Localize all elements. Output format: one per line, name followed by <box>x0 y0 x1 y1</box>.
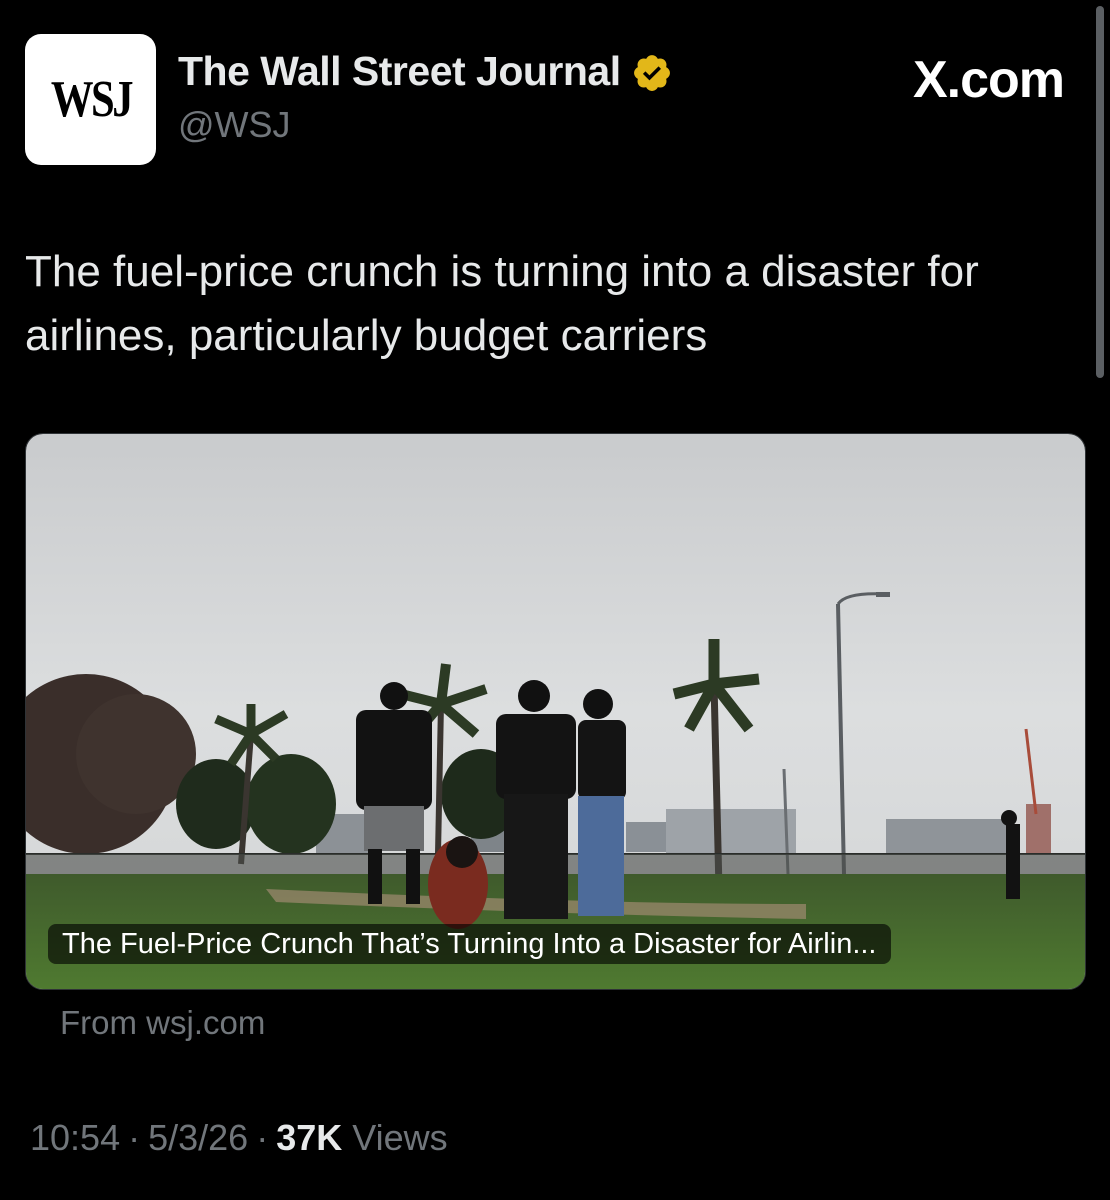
card-source-link[interactable]: From wsj.com <box>60 1004 265 1042</box>
link-card[interactable]: The Fuel-Price Crunch That’s Turning Int… <box>25 433 1086 990</box>
account-name[interactable]: The Wall Street Journal <box>178 48 673 95</box>
avatar[interactable]: WSJ <box>25 34 156 165</box>
verified-badge-icon[interactable] <box>631 52 673 94</box>
tweet-date[interactable]: 5/3/26 <box>148 1117 248 1158</box>
card-image <box>26 434 1085 989</box>
separator-dot: · <box>256 1117 269 1158</box>
separator-dot: · <box>128 1117 141 1158</box>
avatar-logo-text: WSJ <box>50 71 133 128</box>
card-title: The Fuel-Price Crunch That’s Turning Int… <box>48 924 891 964</box>
account-name-text: The Wall Street Journal <box>178 48 621 94</box>
tweet-metadata: 10:54 · 5/3/26 · 37K Views <box>30 1117 448 1159</box>
account-handle[interactable]: @WSJ <box>178 104 291 146</box>
views-label: Views <box>352 1117 448 1158</box>
views-count: 37K <box>276 1117 343 1158</box>
x-com-brand-logo: X.com <box>912 51 1065 109</box>
scrollbar[interactable] <box>1096 6 1104 378</box>
tweet-time[interactable]: 10:54 <box>30 1117 120 1158</box>
tweet-text: The fuel-price crunch is turning into a … <box>25 247 979 360</box>
